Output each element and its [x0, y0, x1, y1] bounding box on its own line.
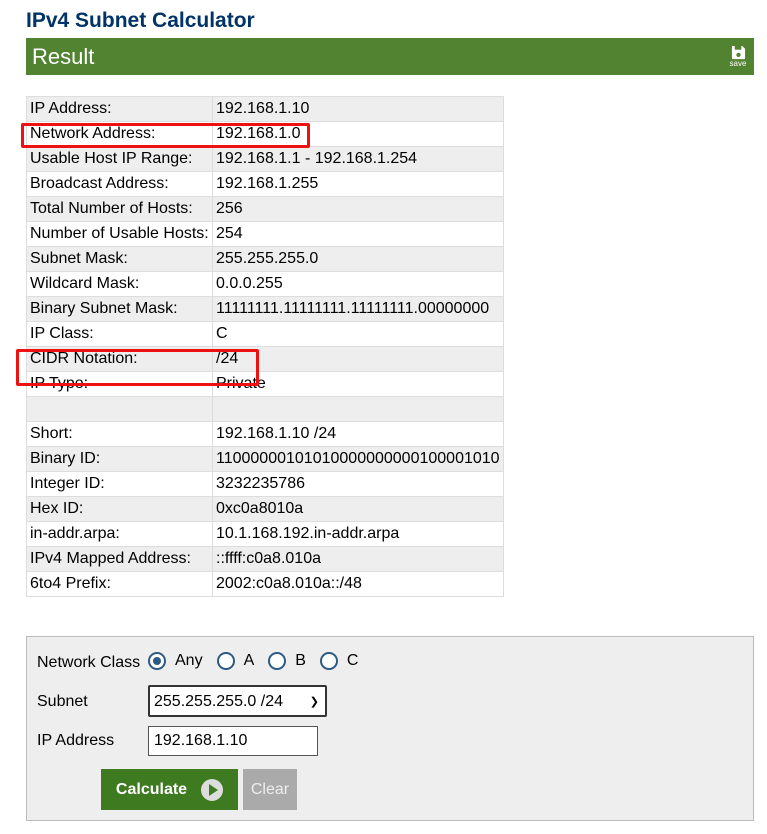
result-key [26, 396, 213, 422]
radio-button[interactable] [268, 652, 287, 670]
result-row: Total Number of Hosts: 256 [26, 196, 504, 222]
result-key: Broadcast Address: [26, 171, 213, 197]
result-row: Network Address: 192.168.1.0 [26, 121, 504, 147]
result-value: 254 [212, 221, 504, 247]
result-key: IPv4 Mapped Address: [26, 546, 213, 572]
result-row: Number of Usable Hosts: 254 [26, 221, 504, 247]
result-value: 192.168.1.1 - 192.168.1.254 [212, 146, 504, 172]
result-key: IP Class: [26, 321, 213, 347]
result-value: 192.168.1.0 [212, 121, 504, 147]
result-row: Hex ID: 0xc0a8010a [26, 496, 504, 522]
result-key: Binary Subnet Mask: [26, 296, 213, 322]
result-key: Wildcard Mask: [26, 271, 213, 297]
result-row: Integer ID: 3232235786 [26, 471, 504, 497]
result-key: CIDR Notation: [26, 346, 213, 372]
radio-label: A [243, 652, 255, 669]
result-key: Number of Usable Hosts: [26, 221, 213, 247]
radio-class-b[interactable]: B [268, 652, 306, 670]
result-value: 192.168.1.255 [212, 171, 504, 197]
result-key: in-addr.arpa: [26, 521, 213, 547]
floppy-disk-icon [731, 45, 745, 60]
result-row: Subnet Mask: 255.255.255.0 [26, 246, 504, 272]
radio-button[interactable] [216, 652, 235, 670]
result-key: Integer ID: [26, 471, 213, 497]
result-value: 11111111.11111111.11111111.00000000 [212, 296, 504, 322]
ip-address-input[interactable]: 192.168.1.10 [148, 726, 318, 756]
result-row: IP Class: C [26, 321, 504, 347]
result-key: Total Number of Hosts: [26, 196, 213, 222]
clear-button[interactable]: Clear [243, 769, 297, 810]
radio-button[interactable] [319, 652, 338, 670]
chevron-down-icon: ❯ [309, 696, 319, 708]
radio-label: C [346, 652, 359, 669]
result-key: IP Type: [26, 371, 213, 397]
result-row: Binary Subnet Mask: 11111111.11111111.111… [26, 296, 504, 322]
page-title: IPv4 Subnet Calculator [26, 9, 255, 32]
radio-class-any[interactable]: Any [148, 652, 203, 670]
result-label: Result [32, 44, 95, 69]
result-row: in-addr.arpa: 10.1.168.192.in-addr.arpa [26, 521, 504, 547]
result-value: 255.255.255.0 [212, 246, 504, 272]
result-key: 6to4 Prefix: [26, 571, 213, 597]
result-key: Short: [26, 421, 213, 447]
result-row: IPv4 Mapped Address:::ffff:c0a8.010a [26, 546, 504, 572]
result-row: Binary ID: 110000001010100000000001000010… [26, 446, 504, 472]
play-circle-icon [201, 778, 224, 801]
result-row: Broadcast Address: 192.168.1.255 [26, 171, 504, 197]
result-value: 256 [212, 196, 504, 222]
subnet-select[interactable]: 255.255.255.0 /24 ❯ [148, 685, 327, 717]
result-row: IP Address: 192.168.1.10 [26, 96, 504, 122]
result-value: 10.1.168.192.in-addr.arpa [212, 521, 504, 547]
radio-label: B [295, 652, 306, 669]
result-value: 0xc0a8010a [212, 496, 504, 522]
subnet-select-value: 255.255.255.0 /24 [154, 693, 284, 710]
result-key: Subnet Mask: [26, 246, 213, 272]
radio-label: Any [175, 652, 203, 669]
result-value: Private [212, 371, 504, 397]
calculate-button[interactable]: Calculate [101, 769, 238, 810]
result-row: Short: 192.168.1.10 /24 [26, 421, 504, 447]
result-value [212, 396, 504, 422]
subnet-label: Subnet [37, 693, 88, 710]
network-class-radio-group: Any A B C [148, 652, 372, 670]
result-value: 11000000101010000000000100001010 [212, 446, 504, 472]
result-value: 192.168.1.10 [212, 96, 504, 122]
result-key: Binary ID: [26, 446, 213, 472]
result-value: /24 [212, 346, 504, 372]
calculate-label: Calculate [115, 780, 188, 798]
result-value: ::ffff:c0a8.010a [212, 546, 504, 572]
calculator-form: Network Class Any A B C Subnet 255.255.2… [26, 636, 754, 821]
result-row: Wildcard Mask: 0.0.0.255 [26, 271, 504, 297]
result-key: Hex ID: [26, 496, 213, 522]
result-value: 192.168.1.10 /24 [212, 421, 504, 447]
radio-class-a[interactable]: A [216, 652, 255, 670]
result-header: Result save [26, 38, 754, 75]
result-value: 3232235786 [212, 471, 504, 497]
radio-class-c[interactable]: C [319, 652, 359, 670]
result-value: 0.0.0.255 [212, 271, 504, 297]
result-row: CIDR Notation:/24 [26, 346, 504, 372]
result-key: Usable Host IP Range: [26, 146, 213, 172]
result-row: IP Type: Private [26, 371, 504, 397]
result-row [26, 396, 504, 422]
result-key: IP Address: [26, 96, 213, 122]
result-table: IP Address: 192.168.1.10 Network Address: 1… [26, 96, 504, 597]
radio-button[interactable] [148, 652, 166, 670]
save-label: save [729, 59, 747, 68]
result-key: Network Address: [26, 121, 213, 147]
result-row: Usable Host IP Range: 192.168.1.1 - 192.1… [26, 146, 504, 172]
network-class-label: Network Class [37, 654, 141, 671]
result-row: 6to4 Prefix: 2002:c0a8.010a::/48 [26, 571, 504, 597]
ip-address-label: IP Address [37, 732, 115, 749]
result-value: 2002:c0a8.010a::/48 [212, 571, 504, 597]
result-value: C [212, 321, 504, 347]
save-button[interactable]: save [728, 45, 748, 69]
